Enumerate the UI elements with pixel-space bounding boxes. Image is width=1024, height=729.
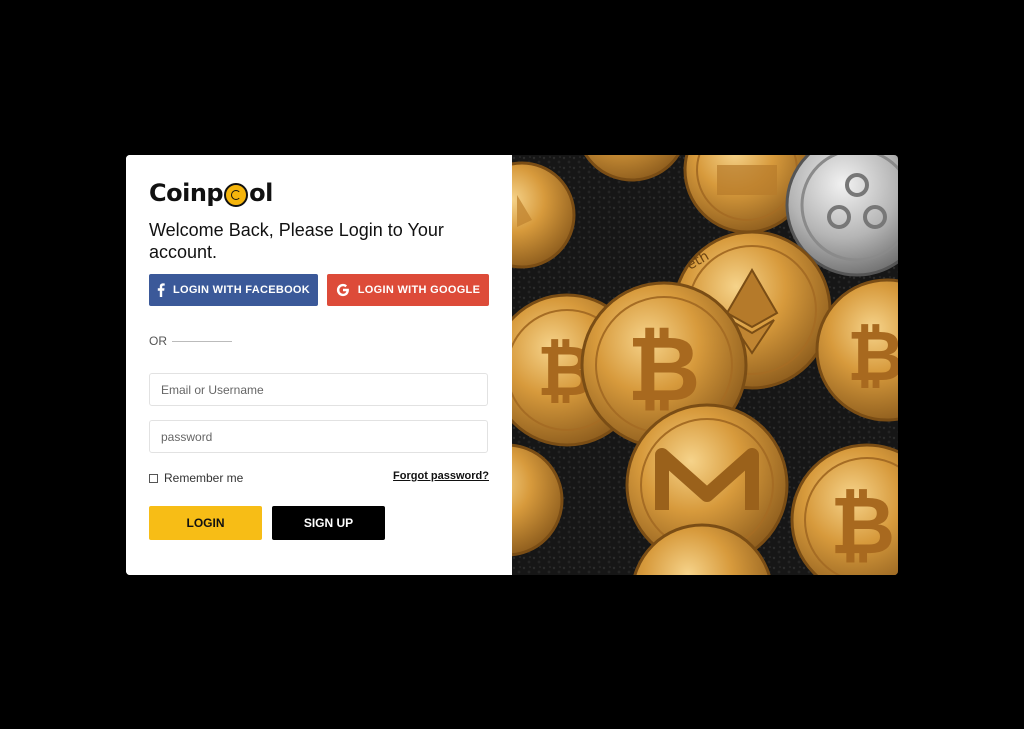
- or-divider-text: OR: [149, 334, 167, 348]
- login-card: Coinp ol Welcome Back, Please Login to Yo…: [126, 155, 898, 575]
- svg-text:₿: ₿: [847, 315, 898, 397]
- remember-me-checkbox[interactable]: [149, 473, 158, 483]
- forgot-password-link[interactable]: Forgot password?: [393, 470, 489, 482]
- welcome-heading: Welcome Back, Please Login to Your accou…: [149, 220, 444, 262]
- coins-illustration: eth ₿ ₿ ₿ ₿: [512, 155, 898, 575]
- crypto-coins-image: eth ₿ ₿ ₿ ₿: [512, 155, 898, 575]
- email-username-input[interactable]: [149, 373, 488, 406]
- password-input[interactable]: [149, 420, 488, 453]
- coinpool-logo[interactable]: Coinp ol: [149, 177, 273, 209]
- login-panel: Coinp ol Welcome Back, Please Login to Yo…: [126, 155, 512, 575]
- coin-icon: [224, 183, 249, 207]
- google-icon: [336, 283, 350, 297]
- logo-text-suffix: ol: [249, 179, 273, 207]
- remember-me-label: Remember me: [164, 471, 244, 485]
- logo-text-prefix: Coinp: [149, 179, 224, 207]
- sign-up-button[interactable]: SIGN UP: [272, 506, 385, 540]
- login-with-facebook-button[interactable]: LOGIN WITH FACEBOOK: [149, 274, 318, 306]
- login-button[interactable]: LOGIN: [149, 506, 262, 540]
- svg-text:₿: ₿: [830, 479, 895, 572]
- facebook-icon: [157, 283, 165, 297]
- remember-me-option[interactable]: Remember me: [149, 471, 243, 485]
- facebook-button-label: LOGIN WITH FACEBOOK: [172, 284, 311, 296]
- google-button-label: LOGIN WITH GOOGLE: [357, 284, 481, 296]
- or-divider-line: [172, 341, 232, 342]
- login-with-google-button[interactable]: LOGIN WITH GOOGLE: [327, 274, 489, 306]
